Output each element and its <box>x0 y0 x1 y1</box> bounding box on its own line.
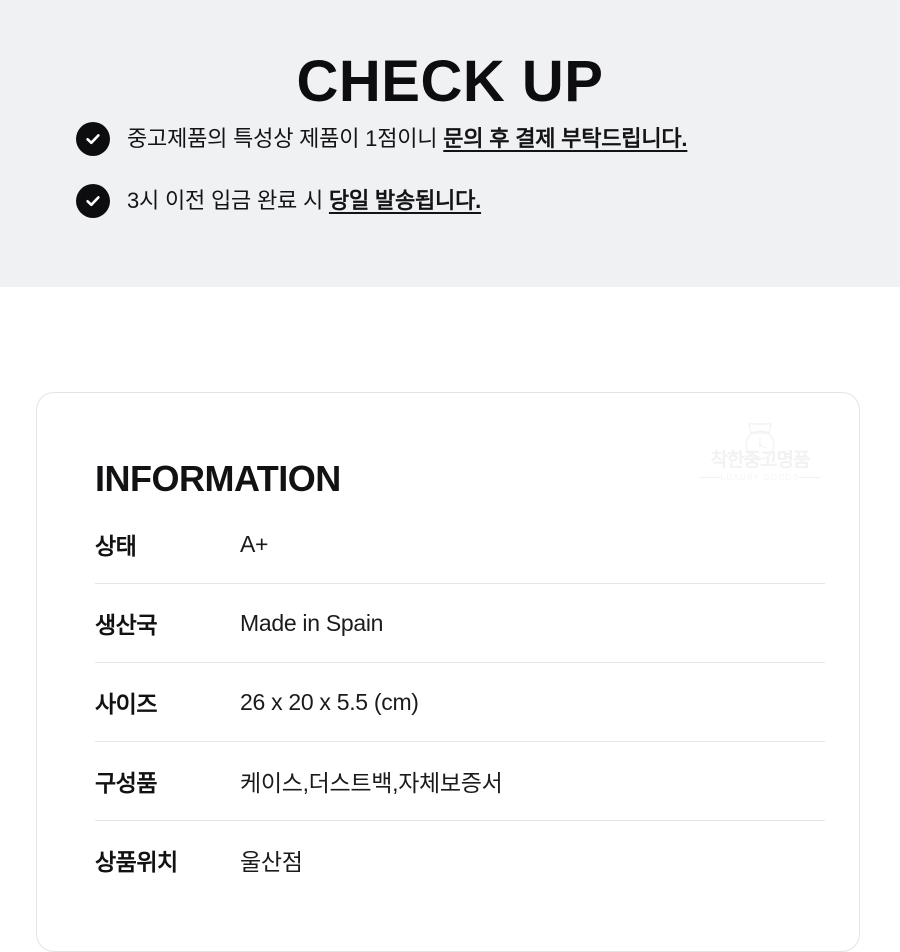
table-row: 생산국 Made in Spain <box>95 584 825 663</box>
checkup-notice-list: 중고제품의 특성상 제품이 1점이니 문의 후 결제 부탁드립니다. 3시 이전… <box>76 122 876 246</box>
brand-watermark-logo: 착한중고명품 LUXURY GOODS <box>697 421 823 491</box>
row-label: 상품위치 <box>95 849 178 875</box>
checkup-section: CHECK UP 중고제품의 특성상 제품이 1점이니 문의 후 결제 부탁드립… <box>0 0 900 287</box>
information-table: 상태 A+ 생산국 Made in Spain 사이즈 26 x 20 x 5.… <box>95 505 825 899</box>
notice-text: 3시 이전 입금 완료 시 당일 발송됩니다. <box>127 184 481 218</box>
row-value: 케이스,더스트백,자체보증서 <box>240 770 503 796</box>
checkup-title: CHECK UP <box>296 48 604 114</box>
notice-text-plain: 3시 이전 입금 완료 시 <box>127 188 329 213</box>
row-label: 생산국 <box>95 612 157 638</box>
check-circle-icon <box>76 184 110 218</box>
row-value: 26 x 20 x 5.5 (cm) <box>240 688 419 715</box>
check-circle-icon <box>76 122 110 156</box>
information-card: INFORMATION 착한중고명품 LUXURY GOODS 상태 A+ 생산… <box>36 392 860 952</box>
table-row: 구성품 케이스,더스트백,자체보증서 <box>95 742 825 821</box>
notice-text: 중고제품의 특성상 제품이 1점이니 문의 후 결제 부탁드립니다. <box>127 122 688 156</box>
row-value: Made in Spain <box>240 609 384 636</box>
row-label: 구성품 <box>95 770 157 796</box>
list-item: 중고제품의 특성상 제품이 1점이니 문의 후 결제 부탁드립니다. <box>76 122 876 156</box>
row-value: A+ <box>240 530 269 557</box>
information-title: INFORMATION <box>95 457 341 499</box>
row-label: 사이즈 <box>95 691 157 717</box>
notice-text-emphasis: 문의 후 결제 부탁드립니다. <box>443 126 688 151</box>
table-row: 상태 A+ <box>95 505 825 584</box>
table-row: 상품위치 울산점 <box>95 821 825 899</box>
row-label: 상태 <box>95 533 137 559</box>
brand-subtitle: LUXURY GOODS <box>720 473 800 482</box>
notice-text-plain: 중고제품의 특성상 제품이 1점이니 <box>127 126 444 151</box>
list-item: 3시 이전 입금 완료 시 당일 발송됩니다. <box>76 184 876 218</box>
brand-name: 착한중고명품 <box>710 450 811 471</box>
table-row: 사이즈 26 x 20 x 5.5 (cm) <box>95 663 825 742</box>
row-value: 울산점 <box>240 849 303 875</box>
notice-text-emphasis: 당일 발송됩니다. <box>328 188 482 213</box>
